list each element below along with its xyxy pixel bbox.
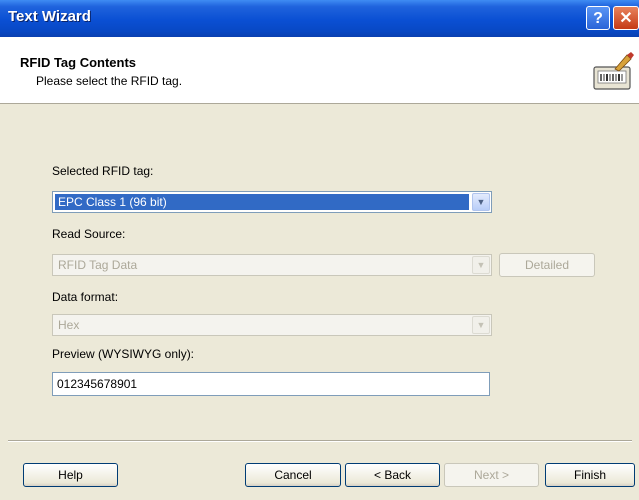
chevron-down-icon[interactable]: ▼ [472,316,490,334]
preview-field[interactable]: 012345678901 [52,372,490,396]
selected-tag-value: EPC Class 1 (96 bit) [55,194,469,210]
page-title: RFID Tag Contents [20,55,137,70]
cancel-button[interactable]: Cancel [245,463,341,487]
page-subtitle: Please select the RFID tag. [36,74,183,88]
data-format-dropdown[interactable]: Hex ▼ [52,314,492,336]
next-button[interactable]: Next > [444,463,539,487]
title-bar[interactable]: Text Wizard ? ✕ [0,0,639,37]
selected-tag-dropdown[interactable]: EPC Class 1 (96 bit) ▼ [52,191,492,213]
read-source-dropdown[interactable]: RFID Tag Data ▼ [52,254,492,276]
back-button[interactable]: < Back [345,463,440,487]
help-titlebar-button[interactable]: ? [586,6,610,30]
read-source-value: RFID Tag Data [58,258,138,272]
chevron-down-icon[interactable]: ▼ [472,193,490,211]
selected-tag-label: Selected RFID tag: [52,164,154,178]
close-button[interactable]: ✕ [613,6,639,30]
finish-button[interactable]: Finish [545,463,635,487]
text-wizard-dialog: Text Wizard ? ✕ RFID Tag Contents Please… [0,0,639,500]
help-button[interactable]: Help [23,463,118,487]
data-format-label: Data format: [52,290,119,304]
rfid-wizard-icon [593,52,634,90]
data-format-value: Hex [58,318,80,332]
separator [8,440,632,442]
read-source-label: Read Source: [52,227,126,241]
chevron-down-icon[interactable]: ▼ [472,256,490,274]
detailed-button[interactable]: Detailed [499,253,595,277]
window-title: Text Wizard [8,8,91,25]
preview-label: Preview (WYSIWYG only): [52,347,195,361]
wizard-header: RFID Tag Contents Please select the RFID… [0,37,639,104]
